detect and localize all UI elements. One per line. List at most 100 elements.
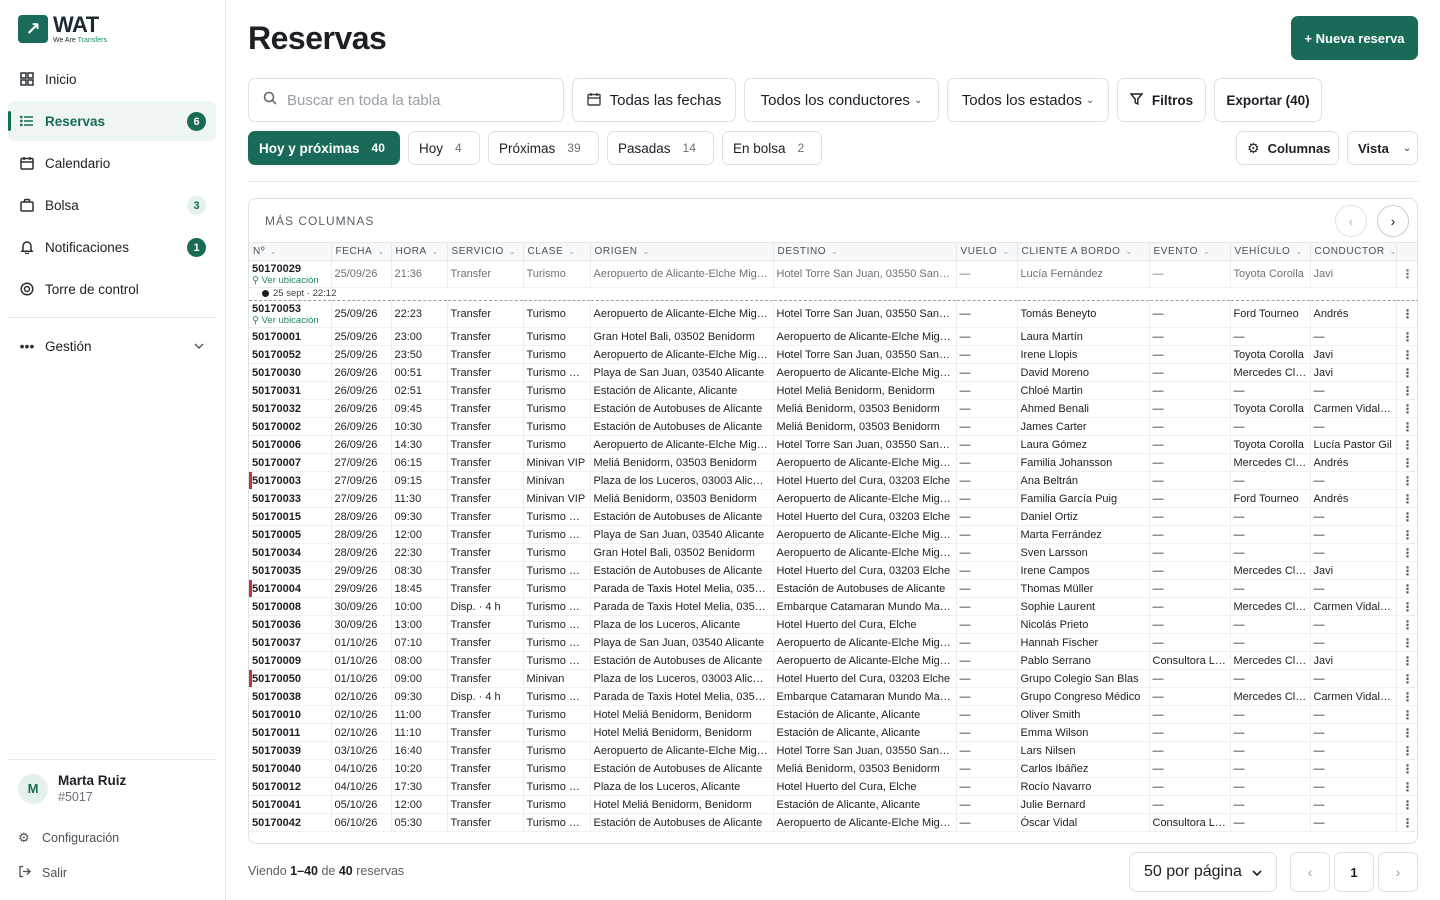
table-row[interactable]: 50170029 ⚲ Ver ubicación 25/09/26 21:36 Tran… xyxy=(249,260,1417,288)
column-header[interactable]: CONDUCTOR⌄ xyxy=(1310,242,1397,261)
row-menu-icon[interactable]: ⋮ xyxy=(1396,633,1417,652)
column-header[interactable]: CLASE ⌄ xyxy=(523,242,591,261)
tab-hoy-y-proximas[interactable]: Hoy y próximas 40 xyxy=(248,131,400,165)
row-menu-icon[interactable]: ⋮ xyxy=(1396,417,1417,436)
table-row[interactable]: 50170012 04/10/26 17:30 Transfer Turismo VIP… xyxy=(249,777,1417,796)
row-menu-icon[interactable]: ⋮ xyxy=(1396,561,1417,580)
table-row[interactable]: 50170050 01/10/26 09:00 Transfer Minivan Plaz… xyxy=(249,669,1417,688)
table-row[interactable]: 50170011 02/10/26 11:10 Transfer Turismo Hote… xyxy=(249,723,1417,742)
date-filter[interactable]: Todas las fechas xyxy=(572,78,736,122)
logo[interactable]: ↗ WAT We Are Transfers xyxy=(18,14,107,44)
row-menu-icon[interactable]: ⋮ xyxy=(1396,759,1417,778)
table-row[interactable]: 50170008 30/09/26 10:00 Disp. · 4 h Turismo … xyxy=(249,597,1417,616)
row-menu-icon[interactable]: ⋮ xyxy=(1396,345,1417,364)
table-row[interactable]: 50170001 25/09/26 23:00 Transfer Turismo Gran… xyxy=(249,327,1417,346)
next-page-button[interactable]: › xyxy=(1378,852,1418,892)
row-menu-icon[interactable]: ⋮ xyxy=(1396,435,1417,454)
page-number-button[interactable]: 1 xyxy=(1334,852,1374,892)
tab-hoy[interactable]: Hoy 4 xyxy=(408,131,480,165)
table-row[interactable]: 50170010 02/10/26 11:00 Transfer Turismo Hote… xyxy=(249,705,1417,724)
table-row[interactable]: 50170032 26/09/26 09:45 Transfer Turismo Esta… xyxy=(249,399,1417,418)
driver-filter[interactable]: Todos los conductores ⌄ xyxy=(744,78,939,122)
status-filter[interactable]: Todos los estados ⌄ xyxy=(947,78,1109,122)
row-menu-icon[interactable]: ⋮ xyxy=(1396,813,1417,832)
column-header[interactable]: HORA ⌄ xyxy=(391,242,448,261)
table-row[interactable]: 50170006 26/09/26 14:30 Transfer Turismo Aero… xyxy=(249,435,1417,454)
export-button[interactable]: Exportar (40) xyxy=(1214,78,1322,122)
column-header[interactable]: FECHA ⌄ xyxy=(331,242,392,261)
table-row[interactable]: 50170033 27/09/26 11:30 Transfer Minivan VIP… xyxy=(249,489,1417,508)
row-menu-icon[interactable]: ⋮ xyxy=(1396,543,1417,562)
sidebar-group-gestion[interactable]: ••• Gestión xyxy=(8,326,216,366)
row-menu-icon[interactable]: ⋮ xyxy=(1396,795,1417,814)
search-box[interactable] xyxy=(248,78,564,122)
sidebar-item-notificaciones[interactable]: Notificaciones 1 xyxy=(8,227,216,267)
row-menu-icon[interactable]: ⋮ xyxy=(1396,723,1417,742)
row-menu-icon[interactable]: ⋮ xyxy=(1396,399,1417,418)
row-menu-icon[interactable]: ⋮ xyxy=(1396,777,1417,796)
tab-proximas[interactable]: Próximas 39 xyxy=(488,131,599,165)
column-header[interactable]: VEHÍCULO ⌄ xyxy=(1230,242,1311,261)
table-row[interactable]: 50170041 05/10/26 12:00 Transfer Turismo Hote… xyxy=(249,795,1417,814)
sidebar-item-calendario[interactable]: Calendario xyxy=(8,143,216,183)
row-menu-icon[interactable]: ⋮ xyxy=(1396,489,1417,508)
row-menu-icon[interactable]: ⋮ xyxy=(1396,669,1417,688)
table-row[interactable]: 50170030 26/09/26 00:51 Transfer Turismo VIP… xyxy=(249,363,1417,382)
table-row[interactable]: 50170039 03/10/26 16:40 Transfer Turismo Aero… xyxy=(249,741,1417,760)
view-location-link[interactable]: ⚲ Ver ubicación xyxy=(252,315,328,327)
row-menu-icon[interactable]: ⋮ xyxy=(1396,579,1417,598)
scroll-right-button[interactable]: › xyxy=(1377,205,1409,237)
scroll-left-button[interactable]: ‹ xyxy=(1335,205,1367,237)
row-menu-icon[interactable]: ⋮ xyxy=(1396,705,1417,724)
user-card[interactable]: M Marta Ruiz #5017 xyxy=(18,773,126,804)
prev-page-button[interactable]: ‹ xyxy=(1290,852,1330,892)
row-menu-icon[interactable]: ⋮ xyxy=(1396,615,1417,634)
row-menu-icon[interactable]: ⋮ xyxy=(1396,525,1417,544)
table-row[interactable]: 50170037 01/10/26 07:10 Transfer Turismo VIP… xyxy=(249,633,1417,652)
table-row[interactable]: 50170036 30/09/26 13:00 Transfer Turismo VIP… xyxy=(249,615,1417,634)
tab-en-bolsa[interactable]: En bolsa 2 xyxy=(722,131,822,165)
columns-button[interactable]: ⚙ Columnas xyxy=(1236,131,1339,165)
table-row[interactable]: 50170015 28/09/26 09:30 Transfer Turismo VIP… xyxy=(249,507,1417,526)
column-header[interactable]: VUELO ⌄ xyxy=(956,242,1018,261)
row-menu-icon[interactable]: ⋮ xyxy=(1396,651,1417,670)
row-menu-icon[interactable]: ⋮ xyxy=(1396,453,1417,472)
column-header[interactable]: SERVICIO ⌄ xyxy=(447,242,524,261)
row-menu-icon[interactable]: ⋮ xyxy=(1396,300,1417,328)
table-row[interactable]: 50170053 ⚲ Ver ubicación 25/09/26 22:23 Tran… xyxy=(249,300,1417,328)
sidebar-item-inicio[interactable]: Inicio xyxy=(8,59,216,99)
row-menu-icon[interactable]: ⋮ xyxy=(1396,327,1417,346)
row-menu-icon[interactable]: ⋮ xyxy=(1396,471,1417,490)
search-input[interactable] xyxy=(287,91,537,109)
view-location-link[interactable]: ⚲ Ver ubicación xyxy=(252,275,328,287)
sidebar-item-torre-de-control[interactable]: Torre de control xyxy=(8,269,216,309)
table-row[interactable]: 50170005 28/09/26 12:00 Transfer Turismo VIP… xyxy=(249,525,1417,544)
table-row[interactable]: 50170042 06/10/26 05:30 Transfer Turismo VIP… xyxy=(249,813,1417,832)
sidebar-item-bolsa[interactable]: Bolsa 3 xyxy=(8,185,216,225)
row-menu-icon[interactable]: ⋮ xyxy=(1396,597,1417,616)
table-row[interactable]: 50170002 26/09/26 10:30 Transfer Turismo Esta… xyxy=(249,417,1417,436)
row-menu-icon[interactable]: ⋮ xyxy=(1396,381,1417,400)
filters-button[interactable]: Filtros xyxy=(1117,78,1206,122)
row-menu-icon[interactable]: ⋮ xyxy=(1396,741,1417,760)
view-dropdown[interactable]: Vista ⌄ xyxy=(1347,131,1418,165)
table-row[interactable]: 50170004 29/09/26 18:45 Transfer Turismo Para… xyxy=(249,579,1417,598)
table-row[interactable]: 50170035 29/09/26 08:30 Transfer Turismo VIP… xyxy=(249,561,1417,580)
settings-link[interactable]: ⚙ Configuración xyxy=(18,830,119,846)
table-row[interactable]: 50170009 01/10/26 08:00 Transfer Turismo VIP… xyxy=(249,651,1417,670)
column-header[interactable]: DESTINO ⌄ xyxy=(773,242,957,261)
table-row[interactable]: 50170040 04/10/26 10:20 Transfer Turismo Esta… xyxy=(249,759,1417,778)
tab-pasadas[interactable]: Pasadas 14 xyxy=(607,131,714,165)
table-row[interactable]: 50170038 02/10/26 09:30 Disp. · 4 h Turismo … xyxy=(249,687,1417,706)
sidebar-item-reservas[interactable]: Reservas 6 xyxy=(8,101,216,141)
table-row[interactable]: 50170031 26/09/26 02:51 Transfer Turismo Esta… xyxy=(249,381,1417,400)
row-menu-icon[interactable]: ⋮ xyxy=(1396,363,1417,382)
per-page-select[interactable]: 50 por página xyxy=(1129,852,1277,892)
row-menu-icon[interactable]: ⋮ xyxy=(1396,507,1417,526)
column-header[interactable]: CLIENTE A BORDO ⌄ xyxy=(1017,242,1150,261)
column-header[interactable]: EVENTO ⌄ xyxy=(1149,242,1231,261)
logout-link[interactable]: Salir xyxy=(18,865,67,881)
table-row[interactable]: 50170007 27/09/26 06:15 Transfer Minivan VIP… xyxy=(249,453,1417,472)
column-header[interactable]: Nº ⌄ xyxy=(249,242,332,261)
column-header[interactable]: ORIGEN ⌄ xyxy=(590,242,774,261)
